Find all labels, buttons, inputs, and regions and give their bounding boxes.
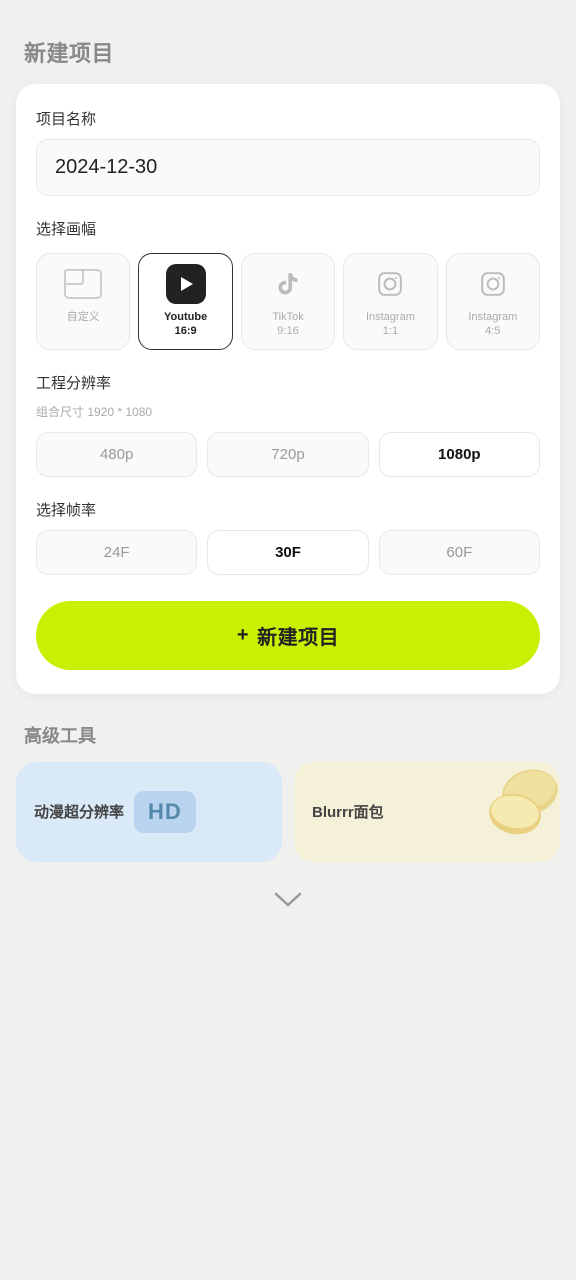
resolution-1080p[interactable]: 1080p — [379, 432, 540, 477]
fps-label: 选择帧率 — [36, 499, 540, 520]
fps-section: 选择帧率 24F 30F 60F — [36, 499, 540, 575]
youtube-canvas-icon — [166, 264, 206, 304]
custom-canvas-icon — [63, 264, 103, 304]
canvas-option-tiktok[interactable]: TikTok9:16 — [241, 253, 335, 350]
instagram45-canvas-icon — [473, 264, 513, 304]
tool-blurrr-bread[interactable]: Blurrr面包 — [294, 762, 560, 862]
bread-icon — [465, 762, 560, 862]
fps-24f[interactable]: 24F — [36, 530, 197, 575]
instagram11-canvas-icon — [370, 264, 410, 304]
canvas-option-instagram11[interactable]: Instagram1:1 — [343, 253, 437, 350]
main-card: 项目名称 选择画幅 自定义 Youtube16:9 — [16, 84, 560, 694]
tool-anime-hd[interactable]: 动漫超分辨率 HD — [16, 762, 282, 862]
fps-60f[interactable]: 60F — [379, 530, 540, 575]
resolution-480p[interactable]: 480p — [36, 432, 197, 477]
create-project-button[interactable]: + 新建项目 — [36, 601, 540, 670]
canvas-option-tiktok-label: TikTok9:16 — [272, 310, 303, 339]
canvas-option-youtube-label: Youtube16:9 — [164, 310, 207, 339]
resolution-label: 工程分辨率 — [36, 372, 540, 393]
advanced-tools-title: 高级工具 — [0, 694, 576, 762]
canvas-option-instagram11-label: Instagram1:1 — [366, 310, 415, 339]
canvas-option-youtube[interactable]: Youtube16:9 — [138, 253, 232, 350]
canvas-option-custom-label: 自定义 — [67, 310, 100, 324]
resolution-subtitle: 组合尺寸 1920 * 1080 — [36, 403, 540, 420]
blurrr-bread-label: Blurrr面包 — [312, 801, 384, 822]
project-name-input[interactable] — [36, 139, 540, 196]
canvas-option-instagram45[interactable]: Instagram4:5 — [446, 253, 540, 350]
anime-hd-label: 动漫超分辨率 — [34, 801, 124, 822]
canvas-label: 选择画幅 — [36, 218, 540, 239]
canvas-options: 自定义 Youtube16:9 TikTok9:16 — [36, 253, 540, 350]
resolution-section: 工程分辨率 组合尺寸 1920 * 1080 480p 720p 1080p — [36, 372, 540, 477]
resolution-720p[interactable]: 720p — [207, 432, 368, 477]
canvas-option-instagram45-label: Instagram4:5 — [468, 310, 517, 339]
create-btn-icon: + — [237, 624, 249, 647]
fps-options: 24F 30F 60F — [36, 530, 540, 575]
canvas-option-custom[interactable]: 自定义 — [36, 253, 130, 350]
resolution-options: 480p 720p 1080p — [36, 432, 540, 477]
create-btn-label: 新建项目 — [257, 621, 339, 650]
chevron-down[interactable] — [0, 862, 576, 918]
hd-badge: HD — [134, 791, 196, 833]
tools-row: 动漫超分辨率 HD Blurrr面包 — [0, 762, 576, 862]
page-title: 新建项目 — [0, 0, 576, 84]
project-name-label: 项目名称 — [36, 108, 540, 129]
chevron-down-icon — [274, 892, 302, 908]
tiktok-canvas-icon — [268, 264, 308, 304]
fps-30f[interactable]: 30F — [207, 530, 368, 575]
